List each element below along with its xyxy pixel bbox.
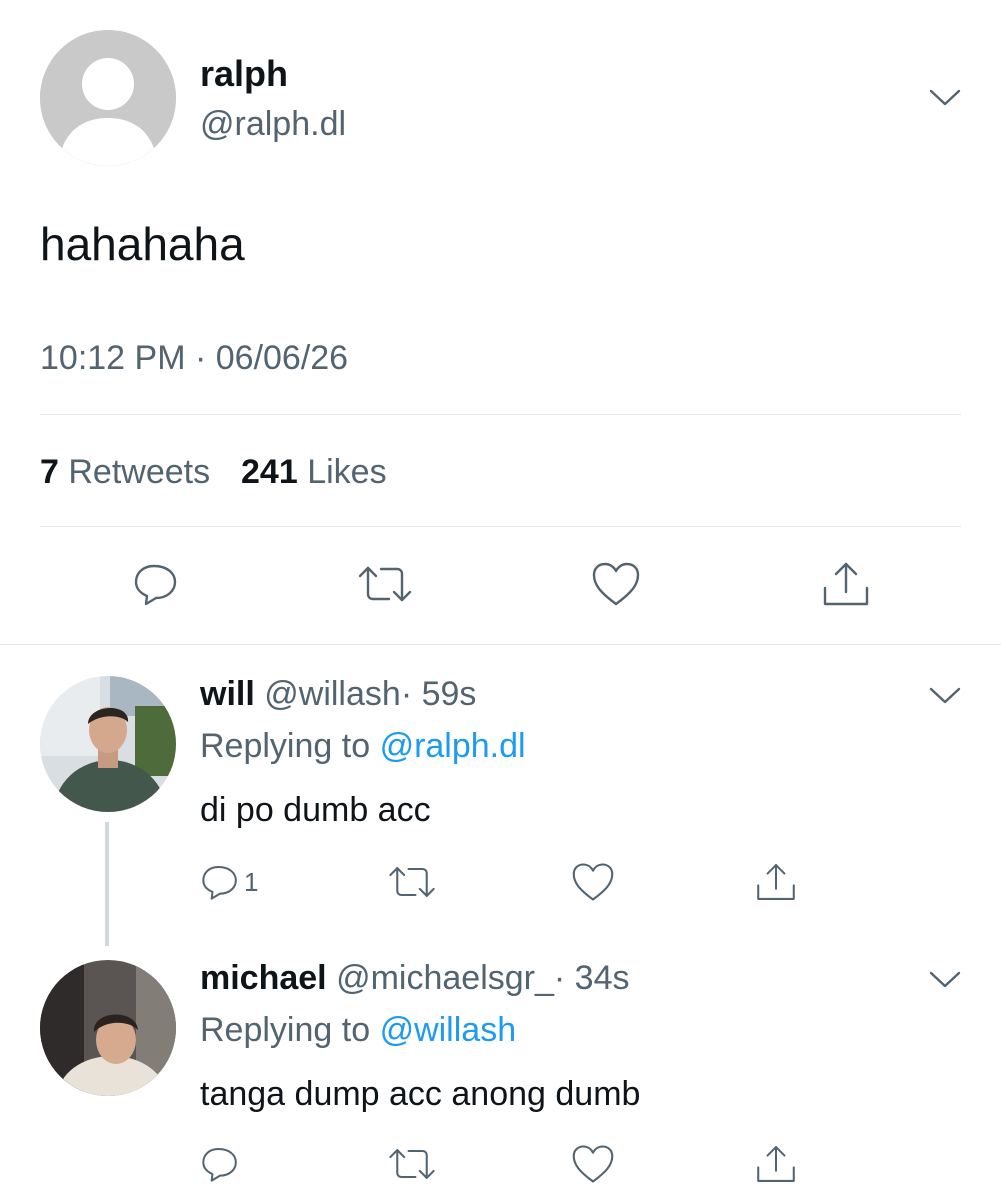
retweet-button[interactable]	[382, 852, 442, 912]
reply-author-handle[interactable]: @willash	[264, 675, 401, 713]
retweet-icon	[389, 867, 435, 897]
reply-header: will @willash· 59s	[200, 672, 476, 716]
reply-button[interactable]	[200, 1134, 280, 1194]
reply-icon	[202, 1148, 237, 1182]
retweet-button[interactable]	[355, 554, 415, 614]
reply-icon	[202, 866, 237, 900]
reply-text: tanga dump acc anong dumb	[200, 1075, 641, 1113]
retweet-button[interactable]	[382, 1134, 442, 1194]
retweets-label[interactable]: Retweets	[68, 453, 210, 491]
thread-line	[105, 822, 109, 946]
share-button[interactable]	[746, 1134, 806, 1194]
tweet-text: hahahaha	[40, 218, 245, 270]
reply-time: · 59s	[400, 675, 477, 713]
author-name[interactable]: ralph	[200, 52, 288, 96]
reply-author-name[interactable]: michael	[200, 959, 327, 997]
share-button[interactable]	[816, 554, 876, 614]
replying-to-link[interactable]: @ralph.dl	[380, 727, 526, 765]
replying-to-link[interactable]: @willash	[380, 1011, 517, 1049]
divider	[0, 644, 1001, 645]
tweet-stats: 7 Retweets 241 Likes	[40, 450, 387, 494]
chevron-down-icon[interactable]	[925, 82, 965, 112]
reply-text: di po dumb acc	[200, 791, 431, 829]
reply-icon	[134, 564, 177, 606]
like-button[interactable]	[586, 554, 646, 614]
reply-button[interactable]: 1	[200, 852, 280, 912]
chevron-down-icon[interactable]	[925, 680, 965, 710]
replying-to-label: Replying to	[200, 1011, 371, 1049]
avatar[interactable]	[40, 30, 176, 166]
retweet-icon	[358, 566, 412, 602]
like-icon	[592, 562, 640, 606]
like-icon	[572, 863, 614, 901]
like-button[interactable]	[563, 1134, 623, 1194]
reply-author-handle[interactable]: @michaelsgr_	[336, 959, 554, 997]
likes-count[interactable]: 241	[241, 453, 298, 491]
chevron-down-icon[interactable]	[925, 964, 965, 994]
avatar-photo	[40, 676, 176, 812]
reply-author-name[interactable]: will	[200, 675, 255, 713]
retweets-count[interactable]: 7	[40, 453, 59, 491]
likes-label[interactable]: Likes	[307, 453, 386, 491]
avatar-photo	[40, 960, 176, 1096]
replying-to-label: Replying to	[200, 727, 371, 765]
share-button[interactable]	[746, 852, 806, 912]
like-icon	[572, 1145, 614, 1183]
tweet-timestamp[interactable]: 10:12 PM · 06/06/26	[40, 336, 348, 380]
divider	[40, 414, 961, 415]
share-icon	[757, 864, 795, 900]
replying-to: Replying to @ralph.dl	[200, 724, 526, 768]
reply-header: michael @michaelsgr_· 34s	[200, 956, 629, 1000]
share-icon	[757, 1146, 795, 1182]
avatar[interactable]	[40, 676, 176, 812]
default-avatar-icon	[40, 30, 176, 166]
replying-to: Replying to @willash	[200, 1008, 516, 1052]
avatar[interactable]	[40, 960, 176, 1096]
reply-count: 1	[244, 866, 259, 897]
retweet-icon	[389, 1149, 435, 1179]
author-handle[interactable]: @ralph.dl	[200, 102, 346, 146]
share-icon	[823, 562, 869, 606]
like-button[interactable]	[563, 852, 623, 912]
reply-button[interactable]	[126, 554, 186, 614]
reply-time: · 34s	[553, 959, 630, 997]
divider	[40, 526, 961, 527]
